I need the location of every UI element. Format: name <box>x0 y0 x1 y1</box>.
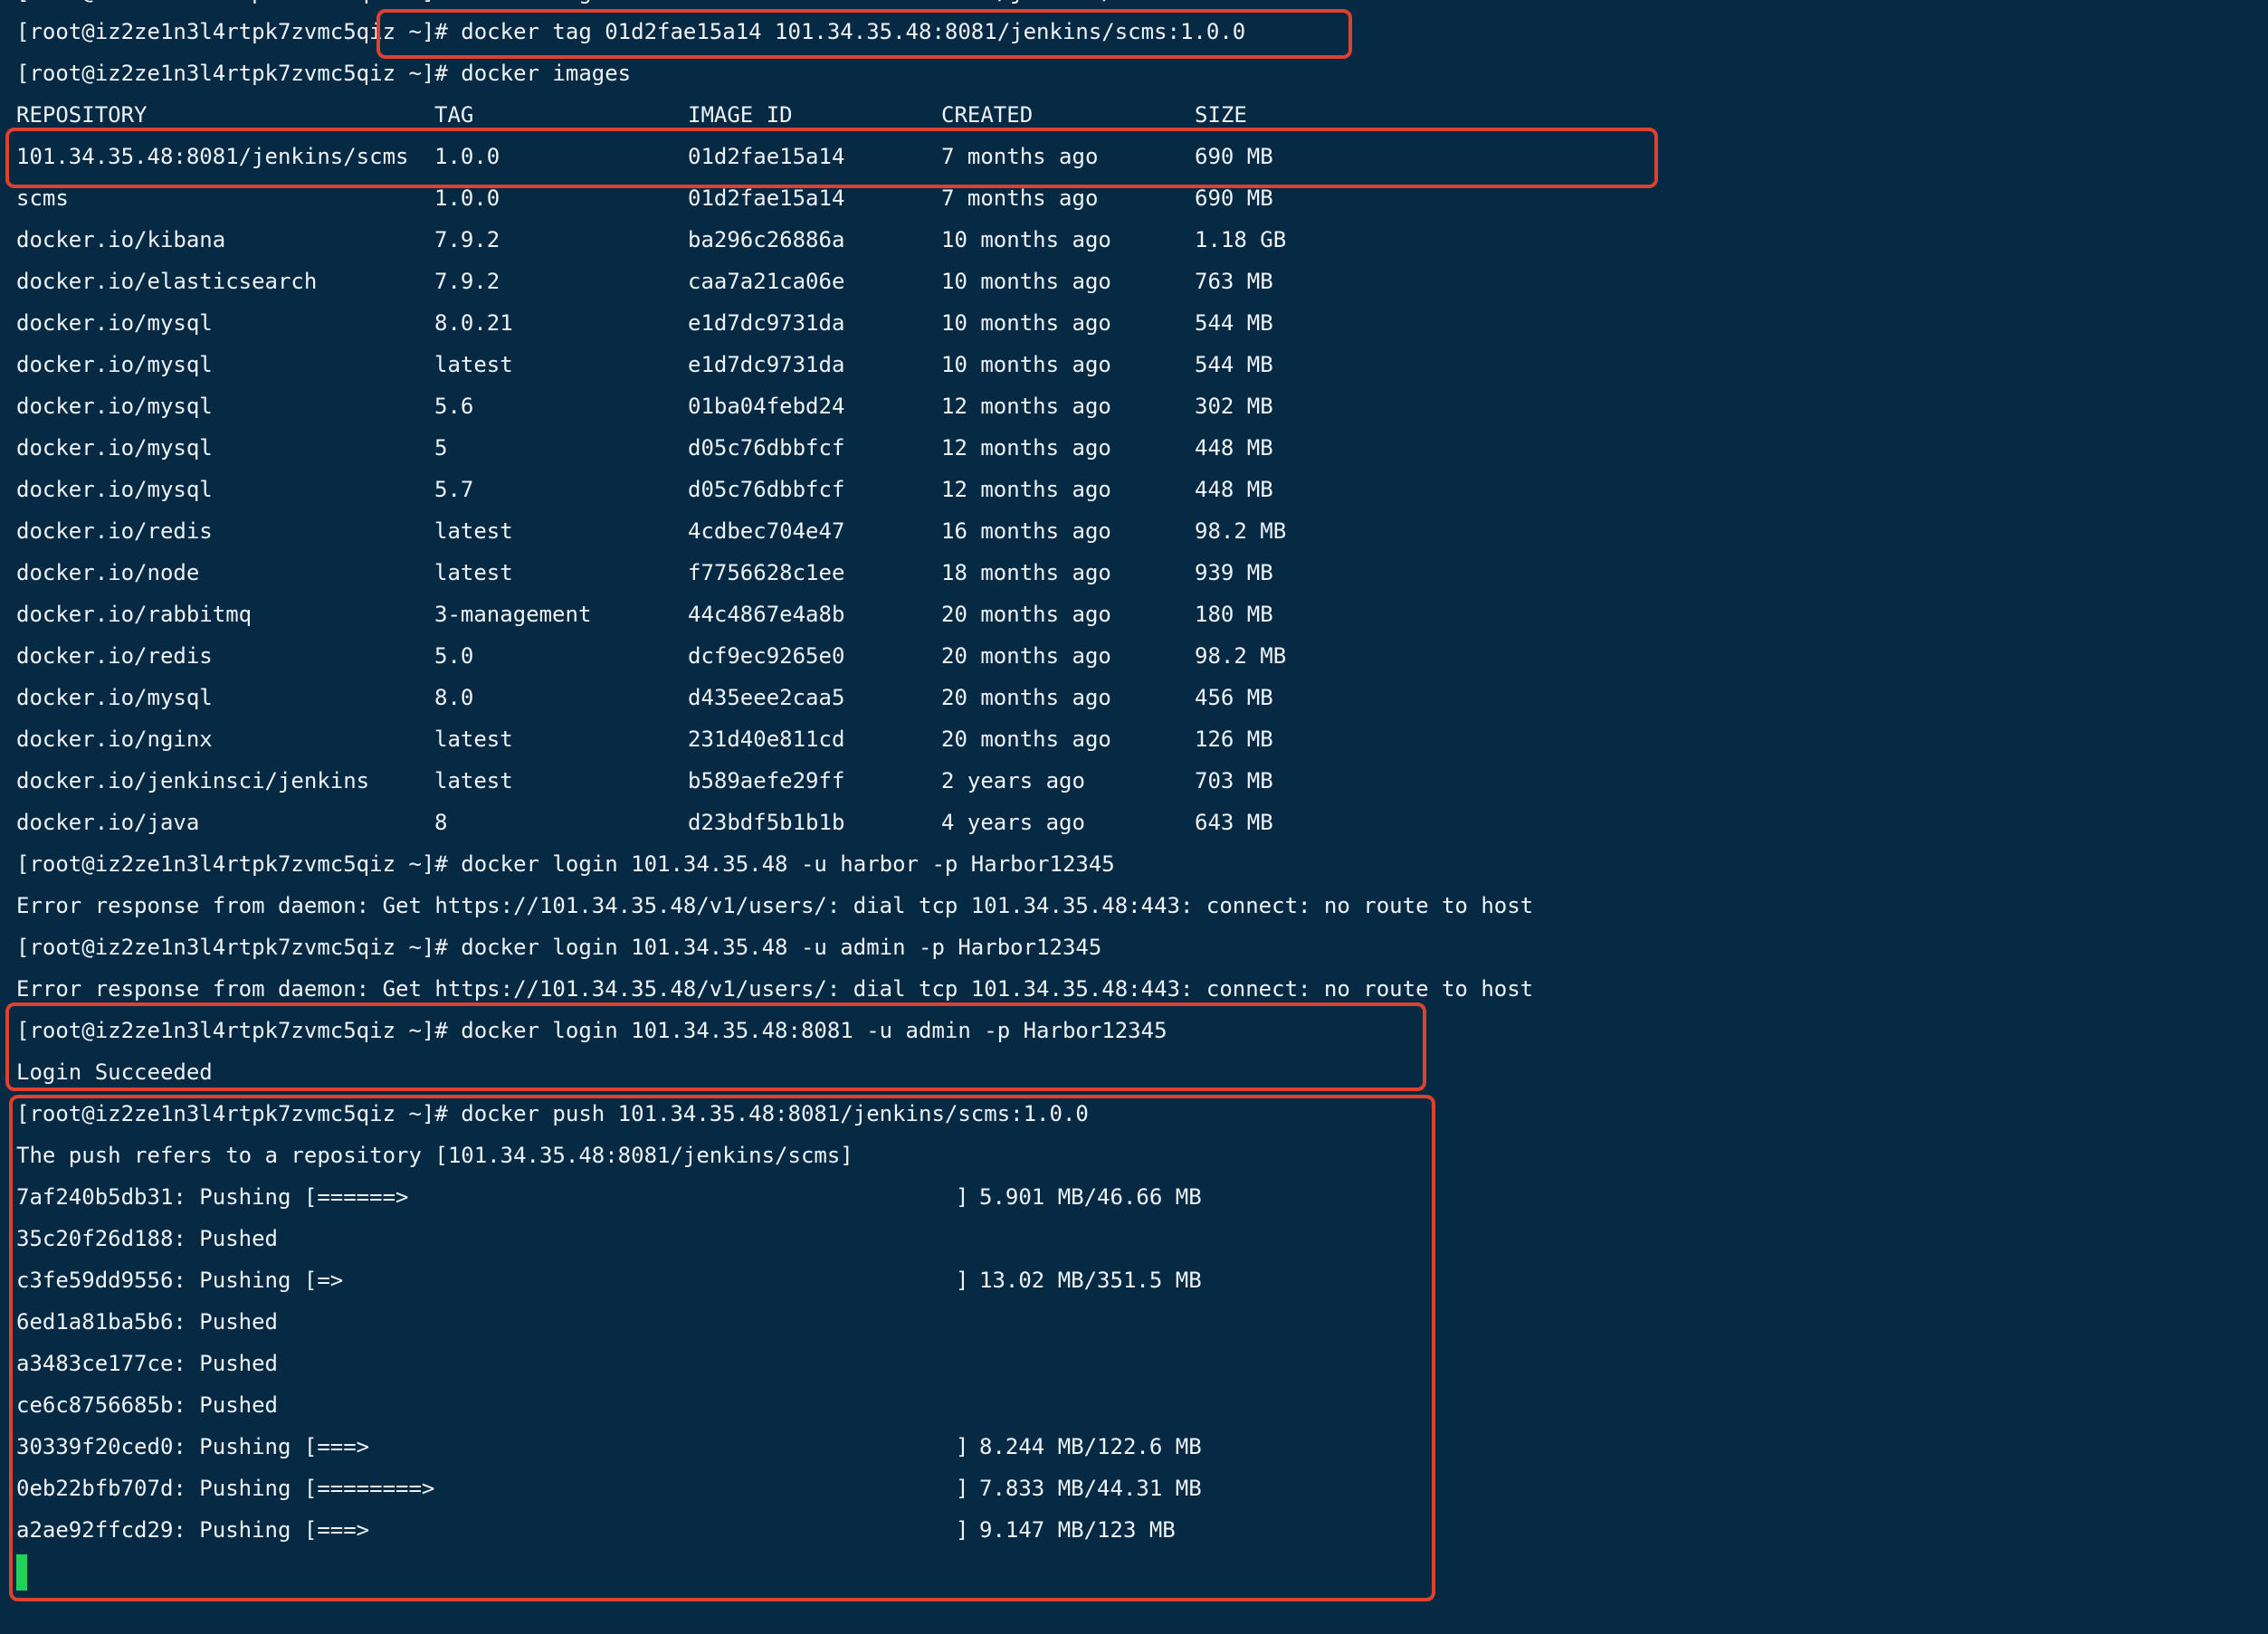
cell-created: 20 months ago <box>941 602 1111 627</box>
cell-repository: docker.io/jenkinsci/jenkins <box>16 768 370 793</box>
highlight-box-tagged-image <box>5 128 1658 188</box>
cell-image-id: 231d40e811cd <box>688 727 845 752</box>
cell-created: 2 years ago <box>941 768 1085 793</box>
cell-created: 12 months ago <box>941 477 1111 502</box>
error-message: Error response from daemon: Get https://… <box>16 893 1534 918</box>
cell-repository: docker.io/mysql <box>16 477 213 502</box>
cell-tag: 5.0 <box>434 643 474 669</box>
cell-size: 703 MB <box>1195 768 1273 793</box>
cell-image-id: 44c4867e4a8b <box>688 602 845 627</box>
cell-tag: 5.7 <box>434 477 474 502</box>
cell-repository: docker.io/redis <box>16 518 213 544</box>
command-login-admin: [root@iz2ze1n3l4rtpk7zvmc5qiz ~]# docker… <box>16 935 1102 960</box>
cell-tag: latest <box>434 518 513 544</box>
cell-size: 939 MB <box>1195 560 1273 585</box>
cell-created: 20 months ago <box>941 727 1111 752</box>
cell-created: 10 months ago <box>941 227 1111 252</box>
cell-tag: 8.0.21 <box>434 310 513 336</box>
cell-size: 1.18 GB <box>1195 227 1287 252</box>
cell-repository: docker.io/elasticsearch <box>16 269 318 294</box>
cell-repository: docker.io/rabbitmq <box>16 602 253 627</box>
cell-image-id: d23bdf5b1b1b <box>688 810 845 835</box>
cell-image-id: ba296c26886a <box>688 227 845 252</box>
cell-size: 302 MB <box>1195 394 1273 419</box>
command-login-harbor: [root@iz2ze1n3l4rtpk7zvmc5qiz ~]# docker… <box>16 851 1115 877</box>
cell-tag: 5.6 <box>434 394 474 419</box>
cell-repository: docker.io/nginx <box>16 727 213 752</box>
cell-repository: docker.io/java <box>16 810 200 835</box>
cell-image-id: dcf9ec9265e0 <box>688 643 845 669</box>
cell-tag: 3-management <box>434 602 592 627</box>
cell-size: 544 MB <box>1195 310 1273 336</box>
cell-created: 20 months ago <box>941 643 1111 669</box>
cell-created: 16 months ago <box>941 518 1111 544</box>
cell-tag: latest <box>434 352 513 377</box>
cell-image-id: e1d7dc9731da <box>688 352 845 377</box>
cell-size: 126 MB <box>1195 727 1273 752</box>
cell-repository: docker.io/mysql <box>16 435 213 461</box>
cell-image-id: b589aefe29ff <box>688 768 845 793</box>
cell-size: 448 MB <box>1195 477 1273 502</box>
highlight-box-login-success <box>5 1002 1426 1091</box>
cell-image-id: d05c76dbbfcf <box>688 477 845 502</box>
cell-image-id: 01ba04febd24 <box>688 394 845 419</box>
cell-repository: docker.io/mysql <box>16 685 213 710</box>
cell-repository: docker.io/kibana <box>16 227 226 252</box>
cell-repository: docker.io/mysql <box>16 310 213 336</box>
cell-created: 18 months ago <box>941 560 1111 585</box>
cell-image-id: d05c76dbbfcf <box>688 435 845 461</box>
cell-size: 98.2 MB <box>1195 643 1287 669</box>
terminal-window[interactable]: [root@iz2ze1n3l4rtpk7zvmc5qiz ~]# docker… <box>0 0 2268 1634</box>
cell-created: 10 months ago <box>941 269 1111 294</box>
cell-created: 20 months ago <box>941 685 1111 710</box>
cell-created: 10 months ago <box>941 352 1111 377</box>
cell-tag: latest <box>434 768 513 793</box>
cell-size: 763 MB <box>1195 269 1273 294</box>
cell-size: 643 MB <box>1195 810 1273 835</box>
cell-created: 12 months ago <box>941 435 1111 461</box>
cell-size: 180 MB <box>1195 602 1273 627</box>
cell-repository: docker.io/mysql <box>16 394 213 419</box>
cell-tag: latest <box>434 727 513 752</box>
cell-repository: docker.io/redis <box>16 643 213 669</box>
cell-tag: 7.9.2 <box>434 227 500 252</box>
highlight-box-tag-command <box>376 9 1352 59</box>
cell-tag: 7.9.2 <box>434 269 500 294</box>
cell-tag: 5 <box>434 435 448 461</box>
cell-image-id: 4cdbec704e47 <box>688 518 845 544</box>
cell-image-id: caa7a21ca06e <box>688 269 845 294</box>
cell-created: 10 months ago <box>941 310 1111 336</box>
cell-tag: 8.0 <box>434 685 474 710</box>
cell-size: 98.2 MB <box>1195 518 1287 544</box>
cell-size: 456 MB <box>1195 685 1273 710</box>
cell-created: 12 months ago <box>941 394 1111 419</box>
highlight-box-push-output <box>9 1095 1435 1601</box>
cell-size: 544 MB <box>1195 352 1273 377</box>
cell-tag: 8 <box>434 810 448 835</box>
cell-repository: docker.io/mysql <box>16 352 213 377</box>
cell-repository: docker.io/node <box>16 560 200 585</box>
cell-tag: latest <box>434 560 513 585</box>
cell-size: 448 MB <box>1195 435 1273 461</box>
cell-created: 4 years ago <box>941 810 1085 835</box>
cell-image-id: d435eee2caa5 <box>688 685 845 710</box>
cell-image-id: f7756628c1ee <box>688 560 845 585</box>
cell-image-id: e1d7dc9731da <box>688 310 845 336</box>
